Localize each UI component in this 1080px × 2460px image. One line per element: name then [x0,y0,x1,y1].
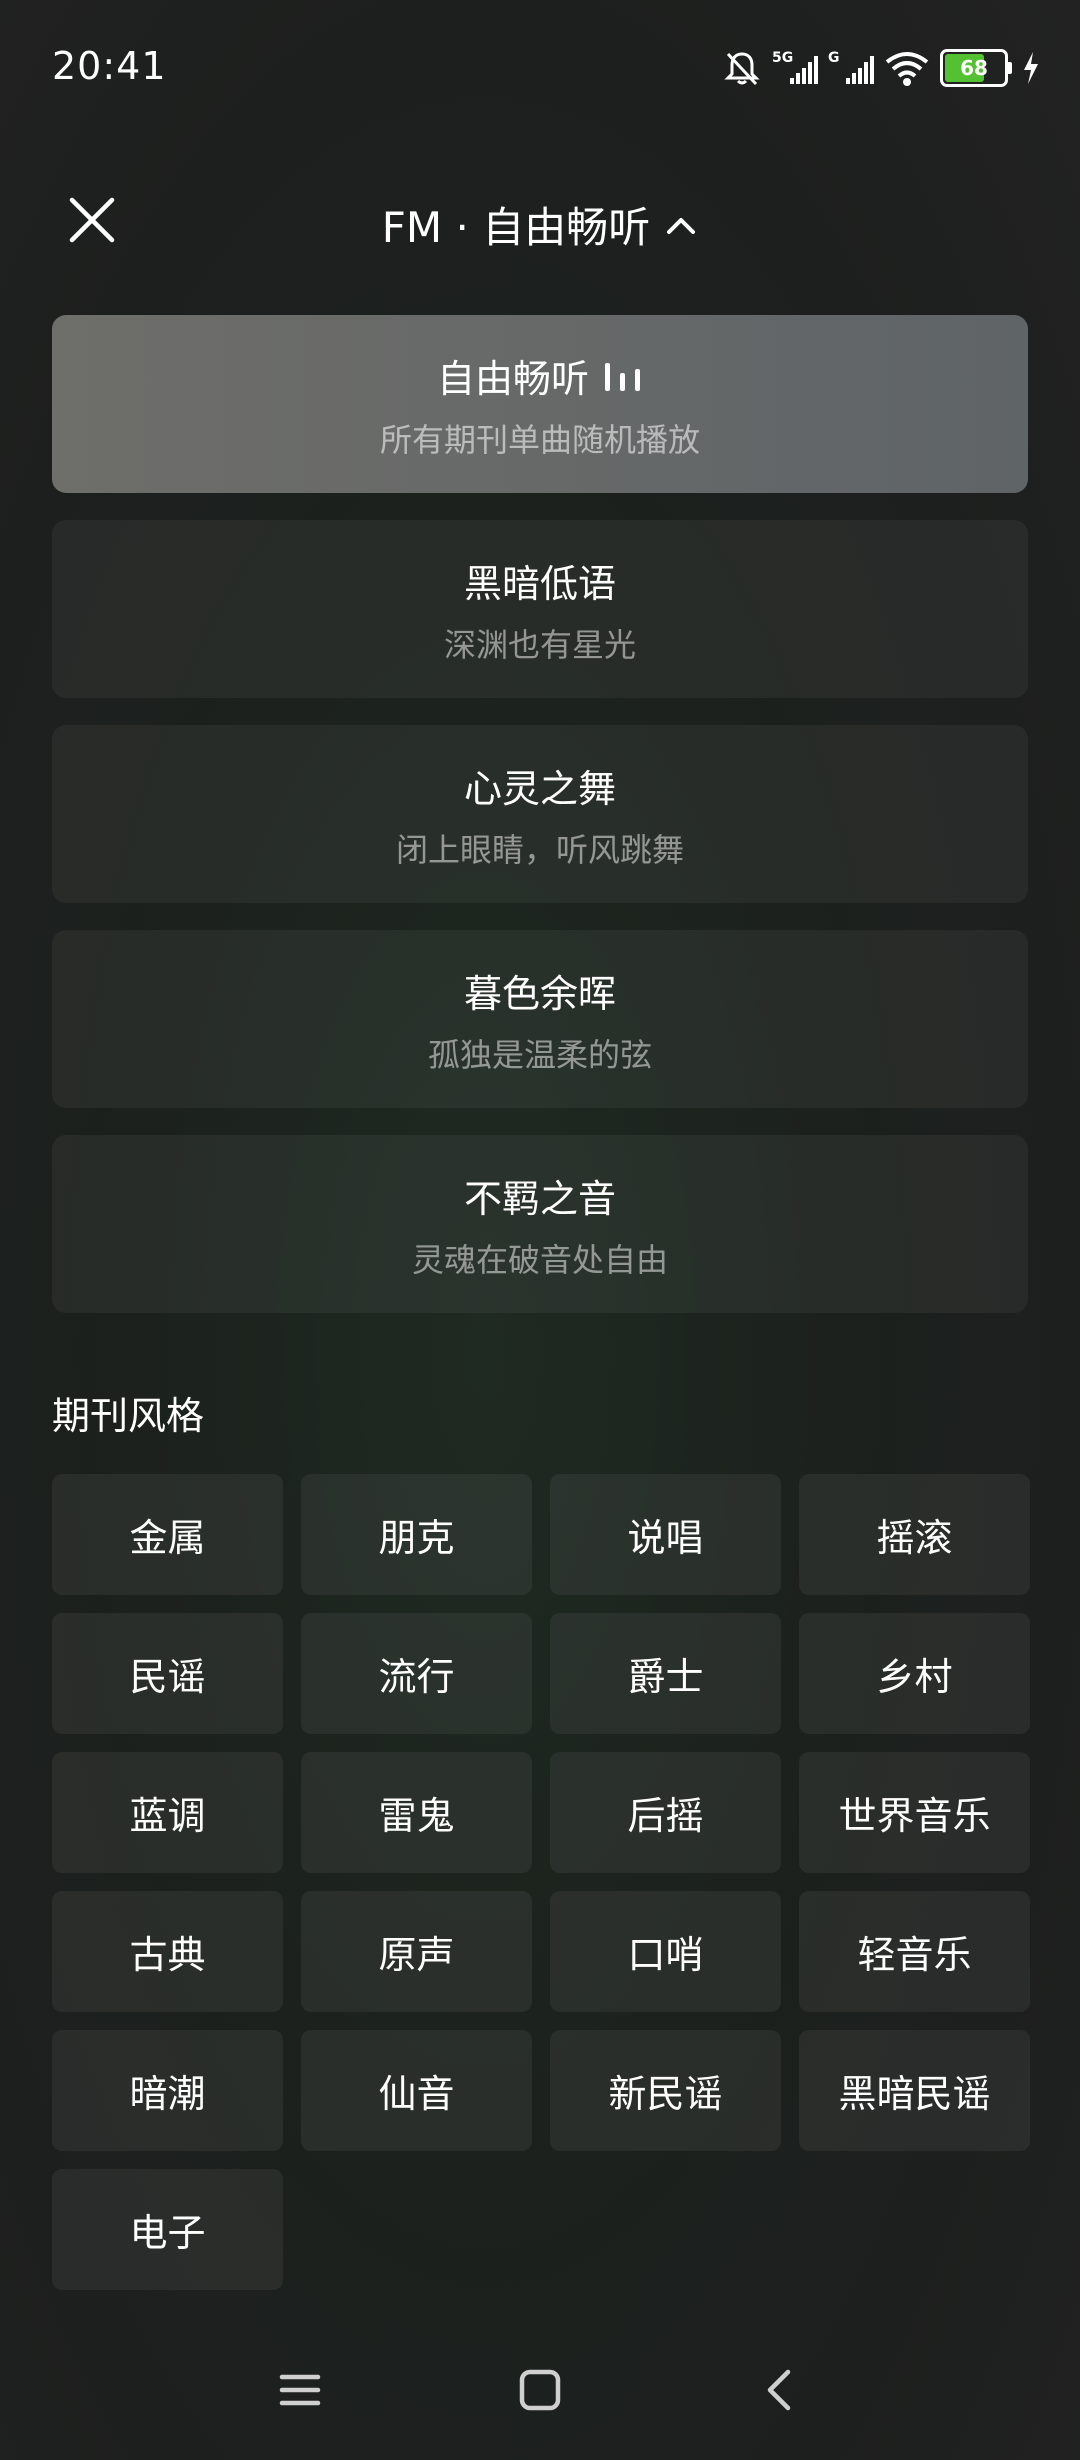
channel-name: 黑暗低语 [463,561,616,606]
signal-icon: 5G [772,50,818,84]
genre-tag[interactable]: 乡村 [799,1613,1030,1734]
network-label-2: G [828,50,840,66]
page-title: FM · 自由畅听 [381,203,651,252]
menu-button[interactable] [270,2360,330,2420]
menu-icon [279,2374,321,2406]
channel-name: 自由畅听 [436,356,589,401]
genre-tag[interactable]: 摇滚 [799,1474,1030,1595]
genre-tag[interactable]: 世界音乐 [799,1752,1030,1873]
channel-name: 不羁之音 [463,1176,616,1221]
network-label-1: 5G [772,50,793,66]
fm-selector[interactable]: FM · 自由畅听 [0,194,1080,255]
genre-tag[interactable]: 仙音 [301,2030,532,2151]
genre-tag[interactable]: 民谣 [52,1613,283,1734]
genre-tag[interactable]: 新民谣 [550,2030,781,2151]
genre-tag[interactable]: 轻音乐 [799,1891,1030,2012]
home-button[interactable] [510,2360,570,2420]
genre-tag[interactable]: 黑暗民谣 [799,2030,1030,2151]
channel-item[interactable]: 不羁之音 灵魂在破音处自由 [52,1135,1028,1313]
channel-desc: 闭上眼睛，听风跳舞 [395,830,684,869]
channel-desc: 所有期刊单曲随机播放 [379,420,700,459]
status-icons: 5G G 68 [722,44,1040,92]
channel-item[interactable]: 黑暗低语 深渊也有星光 [52,520,1028,698]
section-title: 期刊风格 [52,1394,205,1438]
genre-tag[interactable]: 古典 [52,1891,283,2012]
channel-item[interactable]: 暮色余晖 孤独是温柔的弦 [52,930,1028,1108]
channel-list: 自由畅听 所有期刊单曲随机播放 黑暗低语 深渊也有星光 心灵之舞 闭上眼睛，听风… [52,315,1028,1340]
genre-tag[interactable]: 暗潮 [52,2030,283,2151]
back-button[interactable] [750,2360,810,2420]
channel-item[interactable]: 心灵之舞 闭上眼睛，听风跳舞 [52,725,1028,903]
genre-tag[interactable]: 爵士 [550,1613,781,1734]
battery-icon: 68 [940,49,1012,87]
genre-grid: 金属 朋克 说唱 摇滚 民谣 流行 爵士 乡村 蓝调 雷鬼 后摇 世界音乐 古典… [52,1474,1030,2290]
channel-desc: 深渊也有星光 [443,625,636,664]
status-time: 20:41 [52,44,167,88]
chevron-up-icon [667,217,696,234]
signal-icon: G [828,50,874,84]
genre-tag[interactable]: 流行 [301,1613,532,1734]
back-icon [767,2369,791,2411]
home-square-icon [519,2369,561,2411]
genre-tag[interactable]: 蓝调 [52,1752,283,1873]
genre-tag[interactable]: 电子 [52,2169,283,2290]
genre-tag[interactable]: 金属 [52,1474,283,1595]
status-bar: 20:41 5G G 68 [0,0,1080,140]
genre-tag[interactable]: 朋克 [301,1474,532,1595]
channel-item[interactable]: 自由畅听 所有期刊单曲随机播放 [52,315,1028,493]
bell-off-icon [724,52,760,86]
channel-name: 心灵之舞 [463,766,616,811]
genre-tag[interactable]: 雷鬼 [301,1752,532,1873]
battery-level: 68 [960,56,988,80]
genre-tag[interactable]: 原声 [301,1891,532,2012]
channel-name: 暮色余晖 [463,971,616,1016]
channel-desc: 灵魂在破音处自由 [411,1240,668,1279]
system-nav-bar [0,2340,1080,2440]
charging-icon [1024,52,1038,84]
wifi-icon [885,52,929,86]
playing-bars-icon [605,363,640,391]
genre-tag[interactable]: 说唱 [550,1474,781,1595]
header: FM · 自由畅听 [0,170,1080,270]
genre-tag[interactable]: 口哨 [550,1891,781,2012]
genre-tag[interactable]: 后摇 [550,1752,781,1873]
channel-desc: 孤独是温柔的弦 [427,1035,652,1074]
